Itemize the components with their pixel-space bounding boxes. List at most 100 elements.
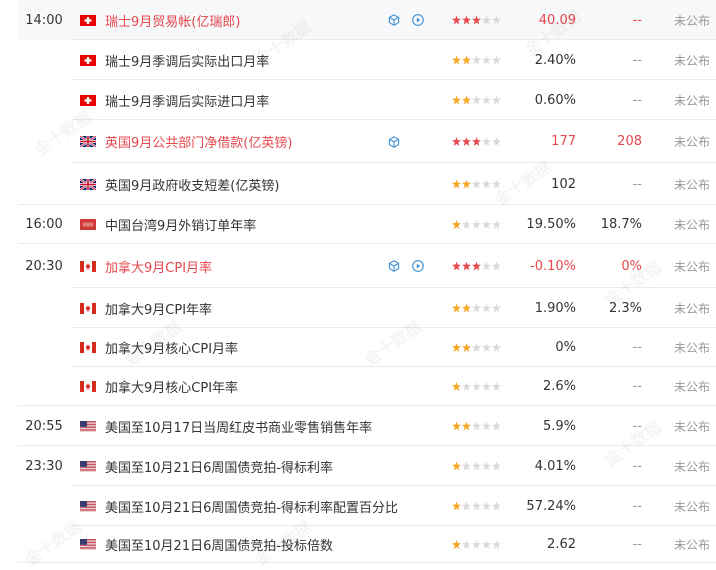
economic-calendar-table: 14:00 瑞士9月贸易帐(亿瑞郎) 40.09 -- 未公布 瑞士9月季调后实际出口月率… (0, 0, 716, 569)
importance-star-icon (452, 540, 461, 549)
indicator-title[interactable]: 美国至10月21日6周国债竞拍-得标利率 (105, 446, 385, 486)
release-time (18, 163, 70, 205)
importance-star-icon (482, 421, 491, 431)
importance-star-icon (462, 95, 471, 105)
importance-star-icon (462, 179, 471, 189)
data-cube-icon[interactable] (388, 260, 400, 272)
release-time (18, 367, 70, 406)
indicator-title[interactable]: 加拿大9月核心CPI月率 (105, 328, 385, 367)
publish-status: 未公布 (673, 177, 710, 192)
importance-star-icon (462, 540, 471, 549)
indicator-title[interactable]: 中国台湾9月外销订单年率 (105, 205, 385, 244)
publish-status: 未公布 (673, 419, 710, 434)
importance-star-icon (472, 95, 481, 105)
indicator-title[interactable]: 美国至10月21日6周国债竞拍-得标利率配置百分比 (105, 486, 398, 526)
table-row[interactable]: 英国9月政府收支短差(亿英镑) 102 -- 未公布 (0, 163, 716, 205)
table-row[interactable]: 16:00 中国台湾9月外销订单年率 19.50% 18.7% 未公布 (0, 205, 716, 244)
forecast-value: -- (632, 340, 642, 355)
data-cube-icon[interactable] (388, 14, 400, 26)
table-row[interactable]: 加拿大9月核心CPI年率 2.6% -- 未公布 (0, 367, 716, 406)
importance-star-icon (482, 303, 491, 313)
table-row[interactable]: 14:00 瑞士9月贸易帐(亿瑞郎) 40.09 -- 未公布 (0, 0, 716, 40)
publish-status: 未公布 (673, 53, 710, 68)
importance-star-icon (482, 501, 491, 511)
importance-star-icon (482, 382, 491, 391)
table-row[interactable]: 英国9月公共部门净借款(亿英镑) 177 208 未公布 (0, 120, 716, 163)
release-time (18, 288, 70, 328)
indicator-title[interactable]: 加拿大9月核心CPI年率 (105, 367, 385, 406)
importance-star-icon (462, 55, 471, 65)
actual-value: 19.50% (526, 217, 576, 232)
importance-star-icon (462, 382, 471, 391)
data-cube-icon[interactable] (388, 135, 400, 148)
actual-value: 2.62 (547, 537, 576, 552)
table-row[interactable]: 20:55 美国至10月17日当周红皮书商业零售销售年率 5.9% -- 未公布 (0, 406, 716, 446)
play-video-icon[interactable] (412, 260, 424, 272)
table-row[interactable]: 加拿大9月核心CPI月率 0% -- 未公布 (0, 328, 716, 367)
publish-status: 未公布 (673, 93, 710, 108)
actual-value: 1.90% (534, 300, 576, 316)
importance-star-icon (482, 137, 491, 146)
forecast-value: -- (632, 92, 642, 108)
table-row[interactable]: 瑞士9月季调后实际出口月率 2.40% -- 未公布 (0, 40, 716, 80)
importance-star-icon (452, 382, 461, 391)
forecast-value: 0% (621, 258, 642, 274)
indicator-title[interactable]: 瑞士9月贸易帐(亿瑞郎) (105, 0, 385, 40)
forecast-value: 208 (617, 134, 642, 149)
release-time (18, 120, 70, 163)
forecast-value: -- (632, 12, 642, 28)
publish-status: 未公布 (673, 341, 710, 355)
indicator-title[interactable]: 美国至10月21日6周国债竞拍-投标倍数 (105, 526, 385, 563)
actual-value: 40.09 (538, 12, 576, 28)
publish-status: 未公布 (673, 218, 710, 232)
forecast-value: -- (632, 379, 642, 394)
importance-star-icon (452, 55, 461, 65)
indicator-title[interactable]: 英国9月政府收支短差(亿英镑) (105, 163, 385, 205)
importance-star-icon (482, 343, 491, 352)
publish-status: 未公布 (673, 301, 710, 316)
release-time: 16:00 (25, 217, 63, 232)
country-flag-icon (80, 0, 96, 40)
release-time (18, 80, 70, 120)
importance-star-icon (472, 343, 481, 352)
table-row[interactable]: 23:30 美国至10月21日6周国债竞拍-得标利率 4.01% -- 未公布 (0, 446, 716, 486)
indicator-title[interactable]: 加拿大9月CPI年率 (105, 288, 385, 328)
row-actions (388, 244, 442, 288)
table-row[interactable]: 美国至10月21日6周国债竞拍-投标倍数 2.62 -- 未公布 (0, 526, 716, 563)
release-time (18, 328, 70, 367)
importance-star-icon (482, 261, 491, 271)
publish-status: 未公布 (673, 538, 710, 552)
forecast-value: -- (632, 176, 642, 192)
importance-star-icon (452, 343, 461, 352)
importance-star-icon (452, 421, 461, 431)
importance-star-icon (482, 15, 491, 25)
country-flag-icon (80, 163, 96, 205)
indicator-title[interactable]: 加拿大9月CPI月率 (105, 244, 385, 288)
importance-star-icon (472, 540, 481, 549)
importance-star-icon (482, 95, 491, 105)
importance-star-icon (482, 540, 491, 549)
importance-star-icon (472, 15, 481, 25)
importance-star-icon (462, 501, 471, 511)
forecast-value: -- (632, 458, 642, 474)
actual-value: 102 (551, 176, 576, 192)
importance-star-icon (472, 421, 481, 431)
table-row[interactable]: 瑞士9月季调后实际进口月率 0.60% -- 未公布 (0, 80, 716, 120)
country-flag-icon (80, 486, 96, 526)
table-row[interactable]: 美国至10月21日6周国债竞拍-得标利率配置百分比 57.24% -- 未公布 (0, 486, 716, 526)
importance-star-icon (452, 95, 461, 105)
indicator-title[interactable]: 英国9月公共部门净借款(亿英镑) (105, 120, 385, 163)
indicator-title[interactable]: 瑞士9月季调后实际进口月率 (105, 80, 385, 120)
release-time (18, 486, 70, 526)
forecast-value: 2.3% (608, 300, 642, 316)
release-time (18, 526, 70, 563)
importance-star-icon (472, 303, 481, 313)
forecast-value: 18.7% (600, 217, 642, 232)
table-row[interactable]: 20:30 加拿大9月CPI月率 -0.10% 0% 未公布 (0, 244, 716, 288)
table-row[interactable]: 加拿大9月CPI年率 1.90% 2.3% 未公布 (0, 288, 716, 328)
play-video-icon[interactable] (412, 14, 424, 26)
indicator-title[interactable]: 美国至10月17日当周红皮书商业零售销售年率 (105, 406, 385, 446)
importance-star-icon (452, 303, 461, 313)
importance-star-icon (482, 55, 491, 65)
indicator-title[interactable]: 瑞士9月季调后实际出口月率 (105, 40, 385, 80)
